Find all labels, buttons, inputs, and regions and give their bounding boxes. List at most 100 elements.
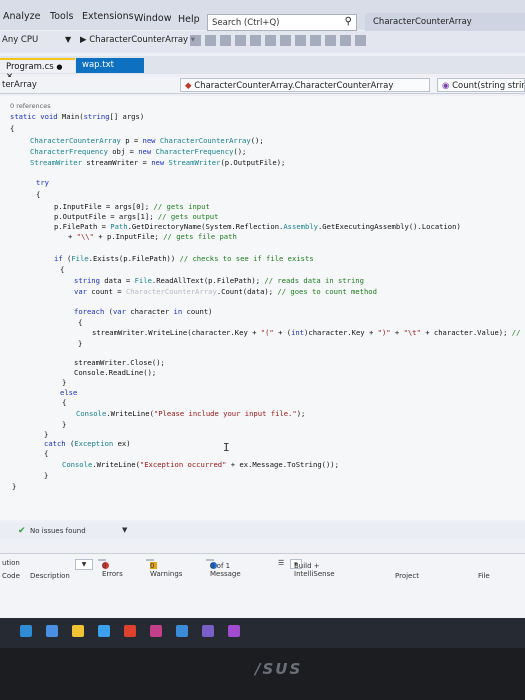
errors-filter-button[interactable]: 0 Errors [98, 559, 123, 578]
menu-help[interactable]: Help [178, 14, 200, 25]
code-line: streamWriter.Close(); [74, 358, 165, 367]
scope-dropdown-arrow[interactable]: ▼ [75, 559, 93, 570]
platform-dropdown[interactable]: Any CPU [2, 35, 38, 45]
search-placeholder: Search (Ctrl+Q) [212, 18, 280, 28]
code-line: foreach (var character in count) [74, 307, 213, 316]
filter-icon[interactable]: ☰ [278, 559, 284, 567]
code-line: var count = CharacterCounterArray.Count(… [74, 287, 377, 296]
taskbar [0, 618, 525, 648]
class-icon: ◆ [185, 81, 192, 91]
code-line: StreamWriter streamWriter = new StreamWr… [30, 158, 286, 167]
code-line: string data = File.ReadAllText(p.FilePat… [74, 276, 364, 285]
class-dropdown-label: CharacterCounterArray.CharacterCounterAr… [194, 81, 394, 91]
code-line: p.OutputFile = args[1]; // gets output [54, 212, 219, 221]
code-line: } [78, 339, 83, 348]
taskbar-app-icon[interactable] [20, 625, 32, 637]
brand-logo: /SUS [255, 660, 303, 678]
toolbar-icon[interactable] [235, 35, 246, 46]
class-dropdown[interactable]: ◆ CharacterCounterArray.CharacterCounter… [180, 78, 430, 92]
chevron-down-icon[interactable]: ▼ [122, 526, 127, 534]
toolbar-icon[interactable] [190, 35, 201, 46]
toolbar-icon[interactable] [325, 35, 336, 46]
member-dropdown[interactable]: ◉ Count(string string T [437, 78, 525, 92]
warnings-filter-button[interactable]: 0 Warnings [146, 559, 182, 578]
toolbar-icon[interactable] [250, 35, 261, 46]
code-line: } [62, 378, 67, 387]
column-code[interactable]: Code [2, 572, 20, 580]
error-list-header: Code Description Project File [0, 571, 525, 583]
code-line: Console.WriteLine("Please include your i… [76, 409, 306, 418]
search-icon: ⚲ [344, 16, 352, 27]
tab-wap-txt[interactable]: wap.txt [76, 58, 144, 73]
toolbar: Any CPU ▼ ▶ CharacterCounterArray ▾ [0, 31, 525, 53]
code-line: } [62, 420, 67, 429]
toolbar-icon[interactable] [220, 35, 231, 46]
code-line: Console.WriteLine("Exception occurred" +… [62, 460, 339, 469]
code-line: CharacterCounterArray p = new CharacterC… [30, 136, 264, 145]
start-debug-button[interactable]: ▶ CharacterCounterArray ▾ [80, 35, 195, 45]
project-dropdown[interactable]: terArray [2, 80, 37, 90]
editor-status-bar: ✔ No issues found ▼ [0, 523, 525, 539]
taskbar-app-icon[interactable] [124, 625, 136, 637]
play-icon: ▶ [80, 35, 87, 45]
menu-extensions[interactable]: Extensions [82, 11, 134, 22]
build-filter-dropdown[interactable]: Build + IntelliSense ▾ [290, 559, 335, 578]
code-line: p.FilePath = Path.GetDirectoryName(Syste… [54, 222, 461, 231]
tab-label: wap.txt [82, 60, 114, 70]
chevron-down-icon[interactable]: ▼ [65, 35, 71, 44]
menu-tools[interactable]: Tools [50, 11, 73, 22]
code-line: } [44, 430, 49, 439]
scope-dropdown[interactable]: ution [2, 559, 20, 567]
menu-bar: Analyze Tools Extensions Window Help Sea… [0, 0, 525, 31]
code-line: CharacterFrequency obj = new CharacterFr… [30, 147, 247, 156]
taskbar-app-icon[interactable] [98, 625, 110, 637]
folder-icon[interactable] [72, 625, 84, 637]
column-file[interactable]: File [478, 572, 490, 580]
codelens-references[interactable]: 0 references [10, 102, 51, 110]
code-line: if (File.Exists(p.FilePath)) // checks t… [54, 254, 314, 263]
messages-filter-button[interactable]: 0 of 1 Message [206, 559, 241, 578]
visual-studio-window: Analyze Tools Extensions Window Help Sea… [0, 0, 525, 618]
code-line: p.InputFile = args[0]; // gets input [54, 202, 210, 211]
toolbar-icon[interactable] [295, 35, 306, 46]
toolbar-icon[interactable] [355, 35, 366, 46]
menu-analyze[interactable]: Analyze [3, 11, 40, 22]
column-description[interactable]: Description [30, 572, 70, 580]
menu-window[interactable]: Window [134, 13, 171, 24]
tab-program-cs[interactable]: Program.cs ● ✕ [0, 58, 75, 82]
error-list-toolbar: ution ▼ 0 Errors 0 Warnings 0 of 1 Messa… [0, 557, 525, 578]
pin-icon[interactable]: ● [56, 63, 62, 71]
code-line: } [12, 482, 17, 491]
check-icon: ✔ [18, 526, 26, 536]
taskbar-app-icon[interactable] [150, 625, 162, 637]
toolbar-icon-strip [190, 35, 380, 49]
toolbar-icon[interactable] [265, 35, 276, 46]
code-line: static void Main(string[] args) [10, 112, 145, 121]
code-line: { [44, 449, 49, 458]
tab-label: Program.cs [6, 62, 54, 72]
code-line: { [78, 318, 83, 327]
code-line: { [10, 124, 15, 133]
code-line: else [60, 388, 78, 397]
toolbar-icon[interactable] [340, 35, 351, 46]
toolbar-icon[interactable] [310, 35, 321, 46]
code-line: { [36, 190, 41, 199]
taskbar-app-icon[interactable] [228, 625, 240, 637]
code-line: Console.ReadLine(); [74, 368, 157, 377]
code-line: + "\\" + p.InputFile; // gets file path [68, 232, 237, 241]
toolbar-icon[interactable] [205, 35, 216, 46]
taskbar-app-icon[interactable] [176, 625, 188, 637]
column-project[interactable]: Project [395, 572, 419, 580]
code-line: catch (Exception ex) [44, 439, 131, 448]
visual-studio-icon[interactable] [202, 625, 214, 637]
code-editor[interactable]: 0 references static void Main(string[] a… [0, 96, 525, 520]
taskbar-app-icon[interactable] [46, 625, 58, 637]
method-icon: ◉ [442, 81, 450, 91]
error-list-panel: ution ▼ 0 Errors 0 Warnings 0 of 1 Messa… [0, 553, 525, 618]
code-line: streamWriter.WriteLine(character.Key + "… [92, 328, 521, 337]
toolbar-icon[interactable] [280, 35, 291, 46]
search-input[interactable]: Search (Ctrl+Q) ⚲ [207, 14, 357, 31]
issues-status[interactable]: No issues found [30, 527, 86, 535]
document-tabs: Program.cs ● ✕ wap.txt [0, 56, 525, 82]
run-target-label: CharacterCounterArray [89, 35, 189, 45]
